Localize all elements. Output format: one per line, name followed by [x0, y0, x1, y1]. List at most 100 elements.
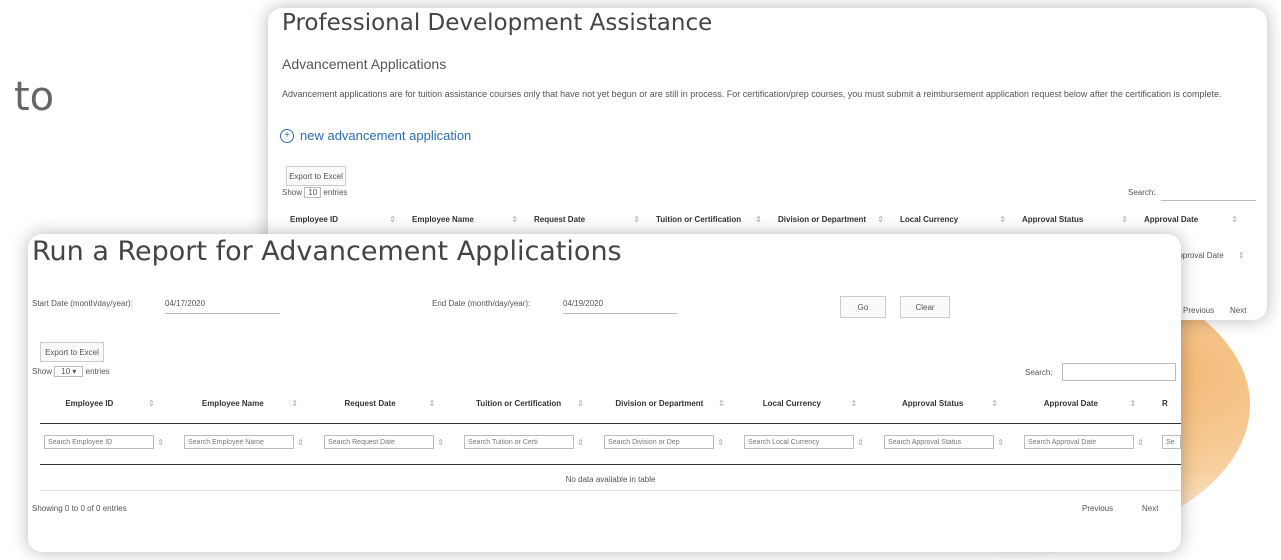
sort-icon: ⇕ — [297, 437, 304, 447]
previous-page-button[interactable]: Previous — [1082, 504, 1113, 513]
new-advancement-application-link[interactable]: + new advancement application — [280, 128, 471, 143]
col-approval-status[interactable]: Approval Status ⇕ — [1014, 215, 1136, 224]
section-title: Advancement Applications — [282, 56, 447, 72]
filter-tuition[interactable]: Search Tuition or Certi — [464, 435, 574, 449]
sort-icon: ⇕ — [717, 437, 724, 447]
run-report-panel: Run a Report for Advancement Application… — [28, 234, 1181, 552]
entries-select[interactable]: 10 — [304, 187, 322, 198]
entries-select[interactable]: 10 ▾ — [54, 366, 84, 377]
show-label: Show — [282, 188, 303, 197]
table-header: Employee ID ⇕ Employee Name ⇕ Request Date… — [282, 212, 1246, 226]
next-page-button[interactable]: Next — [1142, 504, 1158, 513]
search-label: Search: — [1128, 188, 1156, 197]
start-date-label: Start Date (month/day/year): — [32, 299, 133, 308]
page-title: Professional Development Assistance — [282, 10, 713, 36]
sort-icon: ⇕ — [999, 214, 1006, 224]
report-title: Run a Report for Advancement Application… — [32, 236, 622, 267]
table-header: Employee ID ⇕ Employee Name ⇕ Request Date… — [40, 396, 1174, 410]
filter-cell: Search Approval Status ⇕ — [868, 435, 1008, 449]
filter-cell: Search Employee ID ⇕ — [28, 435, 168, 449]
search-input[interactable] — [1161, 184, 1256, 201]
sort-icon: ⇕ — [857, 437, 864, 447]
end-date-input[interactable]: 04/19/2020 — [563, 294, 678, 314]
sort-icon: ⇕ — [755, 214, 762, 224]
col-division[interactable]: Division or Department ⇕ — [770, 215, 892, 224]
side-caption: to — [14, 74, 55, 120]
sort-icon: ⇕ — [991, 398, 998, 408]
new-application-label: new advancement application — [300, 128, 472, 143]
filter-request-date[interactable]: Search Request Date — [324, 435, 434, 449]
col-employee-name[interactable]: Employee Name ⇕ — [180, 399, 320, 408]
search-label: Search: — [1025, 368, 1053, 377]
col-approval-status[interactable]: Approval Status ⇕ — [880, 399, 1020, 408]
col-employee-id[interactable]: Employee ID ⇕ — [282, 215, 404, 224]
sort-icon: ⇕ — [1129, 398, 1137, 408]
sort-icon: ⇕ — [291, 398, 299, 408]
filter-cell: Search Approval Date ⇕ — [1008, 435, 1148, 449]
sort-icon: ⇕ — [633, 214, 640, 224]
sort-icon: ⇕ — [437, 437, 444, 447]
sort-icon: ⇕ — [157, 437, 164, 447]
filter-approval-date[interactable]: Search Approval Date — [1024, 435, 1134, 449]
filter-truncated[interactable]: Se — [1162, 435, 1181, 449]
start-date-input[interactable]: 04/17/2020 — [165, 294, 280, 314]
sort-icon: ⇕ — [1231, 214, 1238, 224]
export-excel-button[interactable]: Export to Excel — [286, 166, 346, 186]
col-employee-id[interactable]: Employee ID ⇕ — [40, 399, 180, 408]
intro-text: Advancement applications are for tuition… — [282, 89, 1222, 99]
empty-table-message: No data available in table — [565, 475, 656, 484]
sort-icon: ⇕ — [389, 214, 396, 224]
col-local-currency[interactable]: Local Currency ⇕ — [892, 215, 1014, 224]
col-request-date[interactable]: Request Date ⇕ — [526, 215, 648, 224]
filter-cell: Search Division or Dep ⇕ — [588, 435, 728, 449]
filter-employee-id[interactable]: Search Employee ID — [44, 435, 154, 449]
clear-button[interactable]: Clear — [900, 296, 950, 318]
col-truncated[interactable]: R — [1160, 399, 1174, 408]
sort-icon: ⇕ — [997, 437, 1004, 447]
show-entries: Show 10 ▾ entries — [32, 366, 110, 377]
sort-icon: ⇕ — [511, 214, 518, 224]
export-excel-button[interactable]: Export to Excel — [40, 342, 104, 362]
previous-page-button[interactable]: Previous — [1183, 306, 1214, 315]
filter-approval-status[interactable]: Search Approval Status — [884, 435, 994, 449]
filter-local-currency[interactable]: Search Local Currency — [744, 435, 854, 449]
body-divider — [40, 490, 1181, 491]
sort-icon: ⇕ — [577, 437, 584, 447]
col-tuition[interactable]: Tuition or Certification ⇕ — [648, 215, 770, 224]
filter-divider — [40, 464, 1181, 465]
show-label: Show — [32, 367, 53, 376]
next-page-button[interactable]: Next — [1230, 306, 1246, 315]
sort-icon: ⇕ — [850, 398, 858, 408]
filter-cell: Search Request Date ⇕ — [308, 435, 448, 449]
col-division[interactable]: Division or Department ⇕ — [600, 399, 740, 408]
sort-icon: ⇕ — [717, 398, 725, 408]
sort-icon: ⇕ — [147, 398, 155, 408]
col-request-date[interactable]: Request Date ⇕ — [320, 399, 460, 408]
filter-cell: Search Local Currency ⇕ — [728, 435, 868, 449]
col-employee-name[interactable]: Employee Name ⇕ — [404, 215, 526, 224]
header-divider — [40, 423, 1181, 424]
sort-icon: ⇕ — [1137, 437, 1144, 447]
show-entries: Show 10 entries — [282, 187, 348, 198]
filter-division[interactable]: Search Division or Dep — [604, 435, 714, 449]
sort-icon: ⇕ — [577, 398, 584, 408]
filter-employee-name[interactable]: Search Employee Name — [184, 435, 294, 449]
sort-icon: ⇕ — [428, 398, 436, 408]
col-approval-date[interactable]: Approval Date ⇕ — [1136, 215, 1246, 224]
sort-icon: ⇕ — [1121, 214, 1128, 224]
filter-cell: Search Employee Name ⇕ — [168, 435, 308, 449]
entries-label: entries — [85, 367, 110, 376]
col-local-currency[interactable]: Local Currency ⇕ — [740, 399, 880, 408]
col-approval-date[interactable]: Approval Date ⇕ — [1020, 399, 1160, 408]
filter-cell: Search Tuition or Certi ⇕ — [448, 435, 588, 449]
col-tuition[interactable]: Tuition or Certification ⇕ — [460, 399, 600, 408]
plus-circle-icon: + — [280, 128, 294, 143]
sort-icon: ⇕ — [877, 214, 884, 224]
go-button[interactable]: Go — [840, 296, 886, 318]
entries-label: entries — [323, 188, 348, 197]
search-input[interactable] — [1062, 363, 1176, 381]
table-info: Showing 0 to 0 of 0 entries — [32, 504, 127, 513]
end-date-label: End Date (month/day/year): — [432, 299, 531, 308]
sort-icon: ⇕ — [1238, 251, 1245, 260]
filter-row: Search Employee ID ⇕ Search Employee Name… — [28, 435, 1181, 449]
